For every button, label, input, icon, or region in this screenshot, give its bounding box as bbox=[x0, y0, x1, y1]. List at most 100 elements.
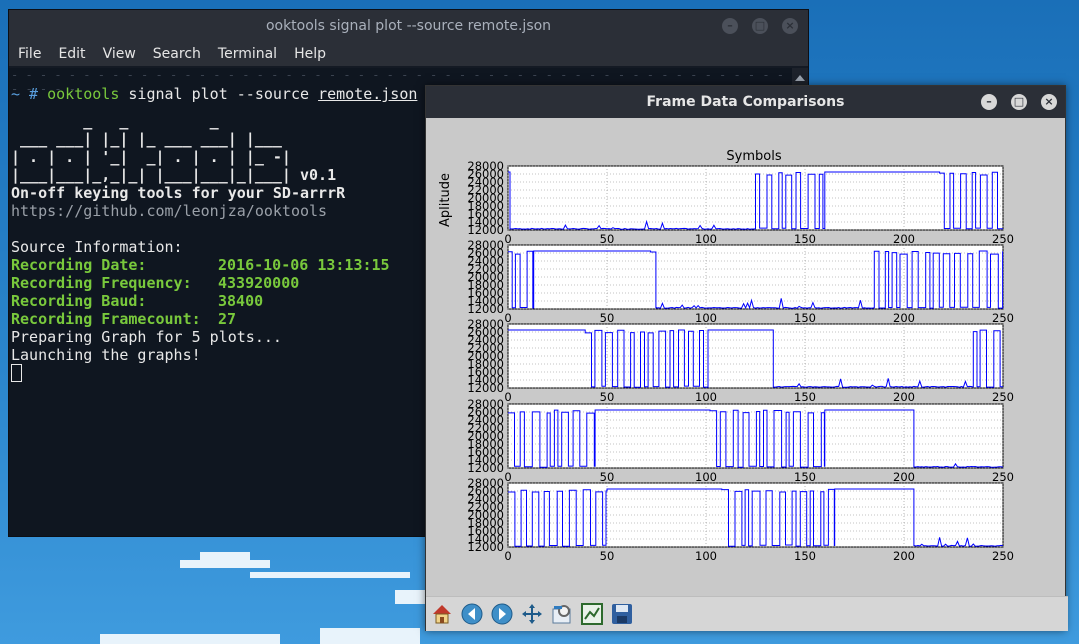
cloud bbox=[200, 552, 250, 560]
zoom-icon[interactable] bbox=[549, 601, 575, 627]
close-icon[interactable]: × bbox=[782, 18, 798, 34]
source-heading: Source Information: bbox=[11, 238, 183, 256]
prompt: ~ # bbox=[11, 85, 39, 103]
terminal-titlebar[interactable]: ooktools signal plot --source remote.jso… bbox=[9, 10, 808, 42]
tagline: On-off keying tools for your SD-arrrR bbox=[11, 184, 346, 202]
scroll-up-icon[interactable] bbox=[795, 75, 805, 81]
x-tick-label: 0 bbox=[504, 232, 511, 246]
x-tick-label: 200 bbox=[893, 311, 915, 325]
y-tick-label: 28000 bbox=[467, 159, 504, 173]
plot-toolbar bbox=[426, 596, 1068, 631]
back-icon[interactable] bbox=[459, 601, 485, 627]
field-label: Recording Framecount: bbox=[11, 310, 201, 328]
x-tick-label: 150 bbox=[794, 390, 816, 404]
field-value: 433920000 bbox=[218, 274, 300, 292]
close-icon[interactable]: × bbox=[1041, 94, 1057, 110]
plot-window[interactable]: Frame Data Comparisons – □ × Symbols Apl… bbox=[425, 85, 1068, 631]
command-args: signal plot --source bbox=[128, 85, 310, 103]
menu-view[interactable]: View bbox=[103, 46, 136, 62]
field-label: Recording Date: bbox=[11, 256, 147, 274]
command-name: ooktools bbox=[47, 85, 120, 103]
x-tick-label: 100 bbox=[695, 311, 717, 325]
cloud bbox=[320, 628, 420, 644]
home-icon[interactable] bbox=[429, 601, 455, 627]
subplots-icon[interactable] bbox=[579, 601, 605, 627]
x-tick-label: 50 bbox=[600, 390, 615, 404]
field-value: 38400 bbox=[218, 292, 264, 310]
x-tick-label: 100 bbox=[695, 470, 717, 484]
banner-line: ___ ___| |_| |_ ___ ___| |___ bbox=[11, 130, 282, 148]
menu-terminal[interactable]: Terminal bbox=[218, 46, 277, 62]
project-url: https://github.com/leonjza/ooktools bbox=[11, 202, 328, 220]
x-tick-label: 150 bbox=[794, 232, 816, 246]
y-tick-label: 28000 bbox=[467, 397, 504, 411]
maximize-icon[interactable]: □ bbox=[752, 18, 768, 34]
x-tick-label: 50 bbox=[600, 470, 615, 484]
terminal-menubar: File Edit View Search Terminal Help bbox=[9, 42, 808, 66]
status-line: Launching the graphs! bbox=[11, 346, 201, 364]
field-label: Recording Baud: bbox=[11, 292, 147, 310]
x-tick-label: 250 bbox=[992, 549, 1014, 563]
x-tick-label: 250 bbox=[992, 311, 1014, 325]
field-row: Recording Date: 2016-10-06 13:13:15 bbox=[11, 256, 390, 274]
command-line: ~ # ooktools signal plot --source remote… bbox=[11, 85, 417, 103]
x-tick-label: 250 bbox=[992, 470, 1014, 484]
minimize-icon[interactable]: – bbox=[722, 18, 738, 34]
save-icon[interactable] bbox=[609, 601, 635, 627]
menu-help[interactable]: Help bbox=[294, 46, 326, 62]
field-row: Recording Baud: 38400 bbox=[11, 292, 263, 310]
field-label: Recording Frequency: bbox=[11, 274, 192, 292]
x-tick-label: 50 bbox=[600, 549, 615, 563]
x-tick-label: 150 bbox=[794, 470, 816, 484]
x-tick-label: 100 bbox=[695, 232, 717, 246]
x-tick-label: 100 bbox=[695, 390, 717, 404]
x-tick-label: 150 bbox=[794, 311, 816, 325]
x-tick-label: 200 bbox=[893, 390, 915, 404]
banner-line: |___|___|_,_|_| |___|___|_|___| v0.1 bbox=[11, 166, 337, 184]
subplot: 0 50 100 150 200 2501200014000160001800020000… bbox=[467, 159, 1014, 246]
x-tick-label: 100 bbox=[695, 549, 717, 563]
subplot: 0 50 100 150 200 2501200014000160001800020000… bbox=[467, 476, 1014, 563]
plot-window-title: Frame Data Comparisons bbox=[646, 94, 845, 110]
menu-file[interactable]: File bbox=[18, 46, 41, 62]
subplot: 0 50 100 150 200 2501200014000160001800020000… bbox=[467, 317, 1014, 404]
forward-icon[interactable] bbox=[489, 601, 515, 627]
status-line: Preparing Graph for 5 plots... bbox=[11, 328, 282, 346]
chart[interactable]: Symbols Aplitude 0 50 100 150 200 25012000140… bbox=[426, 118, 1065, 594]
banner-line: | . | . | '_| _| . | . | |_ -| bbox=[11, 148, 291, 166]
x-tick-label: 150 bbox=[794, 549, 816, 563]
y-tick-label: 28000 bbox=[467, 317, 504, 331]
terminal-title: ooktools signal plot --source remote.jso… bbox=[265, 18, 552, 34]
y-axis-label: Aplitude bbox=[438, 173, 453, 227]
x-tick-label: 50 bbox=[600, 232, 615, 246]
menu-search[interactable]: Search bbox=[153, 46, 201, 62]
menu-edit[interactable]: Edit bbox=[58, 46, 85, 62]
x-tick-label: 250 bbox=[992, 232, 1014, 246]
cloud bbox=[250, 572, 410, 578]
cursor bbox=[11, 364, 22, 383]
field-row: Recording Frequency: 433920000 bbox=[11, 274, 299, 292]
subplot: 0 50 100 150 200 2501200014000160001800020000… bbox=[467, 397, 1014, 484]
subplot: 0 50 100 150 200 2501200014000160001800020000… bbox=[467, 238, 1014, 325]
x-tick-label: 0 bbox=[504, 390, 511, 404]
x-tick-label: 0 bbox=[504, 470, 511, 484]
banner-line: _ _ _ bbox=[11, 112, 219, 130]
y-tick-label: 28000 bbox=[467, 476, 504, 490]
x-tick-label: 0 bbox=[504, 549, 511, 563]
y-tick-label: 28000 bbox=[467, 238, 504, 252]
field-row: Recording Framecount: 27 bbox=[11, 310, 236, 328]
plot-titlebar[interactable]: Frame Data Comparisons – □ × bbox=[426, 86, 1065, 118]
chart-title: Symbols bbox=[726, 149, 781, 164]
field-value: 2016-10-06 13:13:15 bbox=[218, 256, 390, 274]
x-tick-label: 250 bbox=[992, 390, 1014, 404]
minimize-icon[interactable]: – bbox=[981, 94, 997, 110]
command-file: remote.json bbox=[318, 85, 418, 103]
maximize-icon[interactable]: □ bbox=[1011, 94, 1027, 110]
pan-icon[interactable] bbox=[519, 601, 545, 627]
x-tick-label: 200 bbox=[893, 470, 915, 484]
cloud bbox=[100, 634, 280, 644]
x-tick-label: 50 bbox=[600, 311, 615, 325]
cloud bbox=[180, 560, 270, 568]
field-value: 27 bbox=[218, 310, 237, 328]
x-tick-label: 200 bbox=[893, 232, 915, 246]
